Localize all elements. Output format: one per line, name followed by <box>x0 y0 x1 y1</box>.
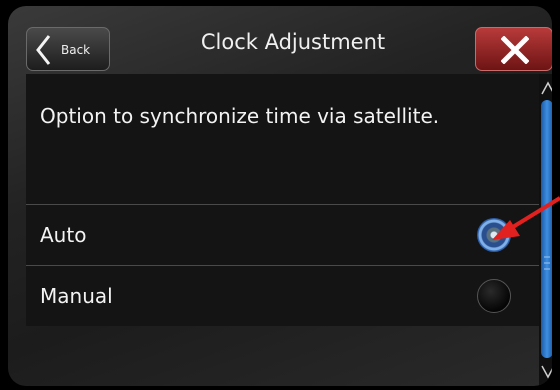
radio-button-manual[interactable] <box>477 279 511 313</box>
title-bar: Back Clock Adjustment <box>8 6 552 74</box>
back-button-label: Back <box>61 43 91 57</box>
close-button[interactable] <box>475 27 552 71</box>
chevron-up-icon[interactable] <box>540 76 552 100</box>
option-label-auto: Auto <box>40 223 87 247</box>
grip-icon <box>544 256 550 270</box>
chevron-left-icon <box>36 35 51 65</box>
infotainment-screen: Back Clock Adjustment Option to synchron… <box>8 6 552 386</box>
settings-panel: Option to synchronize time via satellite… <box>26 74 539 326</box>
option-row-auto[interactable]: Auto <box>26 204 539 265</box>
back-button[interactable]: Back <box>26 27 110 71</box>
red-arrow-icon <box>492 196 560 240</box>
option-row-manual[interactable]: Manual <box>26 265 539 326</box>
option-description: Option to synchronize time via satellite… <box>40 104 440 128</box>
chevron-down-icon[interactable] <box>540 360 552 384</box>
option-label-manual: Manual <box>40 284 113 308</box>
page-title: Clock Adjustment <box>200 30 386 54</box>
close-x-icon <box>501 36 529 64</box>
